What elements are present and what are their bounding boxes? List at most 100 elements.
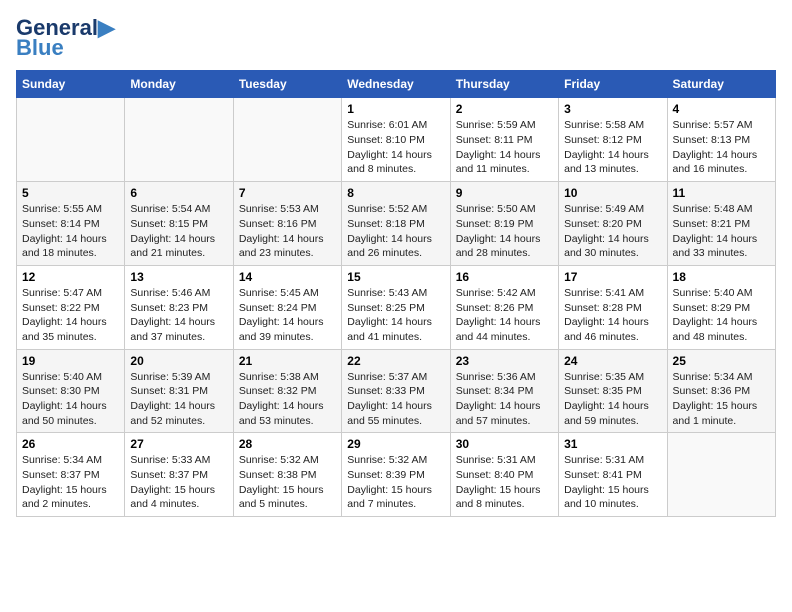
day-cell: 12Sunrise: 5:47 AM Sunset: 8:22 PM Dayli… <box>17 265 125 349</box>
day-cell <box>17 98 125 182</box>
day-number: 5 <box>22 186 119 200</box>
day-number: 1 <box>347 102 444 116</box>
day-cell: 2 Sunrise: 5:59 AM Sunset: 8:11 PM Daylig… <box>450 98 558 182</box>
day-number: 19 <box>22 354 119 368</box>
day-info: Sunrise: 5:55 AM Sunset: 8:14 PM Dayligh… <box>22 203 107 259</box>
col-header-saturday: Saturday <box>667 71 775 98</box>
day-cell: 30 Sunrise: 5:31 AM Sunset: 8:40 PM Dayli… <box>450 433 558 517</box>
day-cell: 6 Sunrise: 5:54 AM Sunset: 8:15 PM Daylig… <box>125 182 233 266</box>
day-cell: 24Sunrise: 5:35 AM Sunset: 8:35 PM Dayli… <box>559 349 667 433</box>
day-cell <box>233 98 341 182</box>
day-info: Sunrise: 6:01 AM Sunset: 8:10 PM Dayligh… <box>347 119 432 175</box>
day-info: Sunrise: 5:40 AM Sunset: 8:29 PM Dayligh… <box>673 287 758 343</box>
day-info: Sunrise: 5:50 AM Sunset: 8:19 PM Dayligh… <box>456 203 541 259</box>
day-cell: 26 Sunrise: 5:34 AM Sunset: 8:37 PM Dayli… <box>17 433 125 517</box>
day-number: 29 <box>347 437 444 451</box>
day-number: 13 <box>130 270 227 284</box>
day-info: Sunrise: 5:57 AM Sunset: 8:13 PM Dayligh… <box>673 119 758 175</box>
day-number: 8 <box>347 186 444 200</box>
day-cell: 31 Sunrise: 5:31 AM Sunset: 8:41 PM Dayli… <box>559 433 667 517</box>
day-info: Sunrise: 5:58 AM Sunset: 8:12 PM Dayligh… <box>564 119 649 175</box>
day-number: 15 <box>347 270 444 284</box>
day-info: Sunrise: 5:35 AM Sunset: 8:35 PM Dayligh… <box>564 371 649 427</box>
day-cell <box>125 98 233 182</box>
day-cell: 10 Sunrise: 5:49 AM Sunset: 8:20 PM Dayli… <box>559 182 667 266</box>
day-info: Sunrise: 5:38 AM Sunset: 8:32 PM Dayligh… <box>239 371 324 427</box>
day-info: Sunrise: 5:54 AM Sunset: 8:15 PM Dayligh… <box>130 203 215 259</box>
day-cell: 20 Sunrise: 5:39 AM Sunset: 8:31 PM Dayli… <box>125 349 233 433</box>
day-cell: 27 Sunrise: 5:33 AM Sunset: 8:37 PM Dayli… <box>125 433 233 517</box>
day-number: 3 <box>564 102 661 116</box>
day-number: 10 <box>564 186 661 200</box>
day-number: 6 <box>130 186 227 200</box>
day-cell: 22 Sunrise: 5:37 AM Sunset: 8:33 PM Dayli… <box>342 349 450 433</box>
day-number: 4 <box>673 102 770 116</box>
day-info: Sunrise: 5:39 AM Sunset: 8:31 PM Dayligh… <box>130 371 215 427</box>
day-info: Sunrise: 5:32 AM Sunset: 8:39 PM Dayligh… <box>347 454 432 510</box>
col-header-sunday: Sunday <box>17 71 125 98</box>
day-info: Sunrise: 5:43 AM Sunset: 8:25 PM Dayligh… <box>347 287 432 343</box>
day-info: Sunrise: 5:31 AM Sunset: 8:41 PM Dayligh… <box>564 454 649 510</box>
col-header-friday: Friday <box>559 71 667 98</box>
day-number: 25 <box>673 354 770 368</box>
col-header-monday: Monday <box>125 71 233 98</box>
day-number: 2 <box>456 102 553 116</box>
day-info: Sunrise: 5:59 AM Sunset: 8:11 PM Dayligh… <box>456 119 541 175</box>
day-cell: 1 Sunrise: 6:01 AM Sunset: 8:10 PM Daylig… <box>342 98 450 182</box>
week-row-5: 26 Sunrise: 5:34 AM Sunset: 8:37 PM Dayli… <box>17 433 776 517</box>
day-info: Sunrise: 5:49 AM Sunset: 8:20 PM Dayligh… <box>564 203 649 259</box>
day-cell: 23 Sunrise: 5:36 AM Sunset: 8:34 PM Dayli… <box>450 349 558 433</box>
col-header-tuesday: Tuesday <box>233 71 341 98</box>
day-cell: 11Sunrise: 5:48 AM Sunset: 8:21 PM Dayli… <box>667 182 775 266</box>
day-cell: 7 Sunrise: 5:53 AM Sunset: 8:16 PM Daylig… <box>233 182 341 266</box>
day-number: 7 <box>239 186 336 200</box>
day-cell: 17 Sunrise: 5:41 AM Sunset: 8:28 PM Dayli… <box>559 265 667 349</box>
day-number: 31 <box>564 437 661 451</box>
day-info: Sunrise: 5:47 AM Sunset: 8:22 PM Dayligh… <box>22 287 107 343</box>
day-number: 21 <box>239 354 336 368</box>
day-cell: 28Sunrise: 5:32 AM Sunset: 8:38 PM Dayli… <box>233 433 341 517</box>
day-cell: 21 Sunrise: 5:38 AM Sunset: 8:32 PM Dayli… <box>233 349 341 433</box>
day-info: Sunrise: 5:41 AM Sunset: 8:28 PM Dayligh… <box>564 287 649 343</box>
day-number: 9 <box>456 186 553 200</box>
day-cell: 3 Sunrise: 5:58 AM Sunset: 8:12 PM Daylig… <box>559 98 667 182</box>
week-row-4: 19Sunrise: 5:40 AM Sunset: 8:30 PM Dayli… <box>17 349 776 433</box>
day-cell: 14Sunrise: 5:45 AM Sunset: 8:24 PM Dayli… <box>233 265 341 349</box>
day-number: 18 <box>673 270 770 284</box>
day-info: Sunrise: 5:45 AM Sunset: 8:24 PM Dayligh… <box>239 287 324 343</box>
day-cell <box>667 433 775 517</box>
day-number: 27 <box>130 437 227 451</box>
day-info: Sunrise: 5:32 AM Sunset: 8:38 PM Dayligh… <box>239 454 324 510</box>
calendar-table: SundayMondayTuesdayWednesdayThursdayFrid… <box>16 70 776 517</box>
day-number: 11 <box>673 186 770 200</box>
day-cell: 4 Sunrise: 5:57 AM Sunset: 8:13 PM Daylig… <box>667 98 775 182</box>
day-cell: 29 Sunrise: 5:32 AM Sunset: 8:39 PM Dayli… <box>342 433 450 517</box>
week-row-2: 5 Sunrise: 5:55 AM Sunset: 8:14 PM Daylig… <box>17 182 776 266</box>
logo-subtext: Blue <box>16 36 64 60</box>
day-cell: 16Sunrise: 5:42 AM Sunset: 8:26 PM Dayli… <box>450 265 558 349</box>
day-info: Sunrise: 5:31 AM Sunset: 8:40 PM Dayligh… <box>456 454 541 510</box>
day-info: Sunrise: 5:42 AM Sunset: 8:26 PM Dayligh… <box>456 287 541 343</box>
day-number: 23 <box>456 354 553 368</box>
day-info: Sunrise: 5:52 AM Sunset: 8:18 PM Dayligh… <box>347 203 432 259</box>
day-info: Sunrise: 5:46 AM Sunset: 8:23 PM Dayligh… <box>130 287 215 343</box>
day-info: Sunrise: 5:34 AM Sunset: 8:36 PM Dayligh… <box>673 371 758 427</box>
day-cell: 25 Sunrise: 5:34 AM Sunset: 8:36 PM Dayli… <box>667 349 775 433</box>
day-info: Sunrise: 5:33 AM Sunset: 8:37 PM Dayligh… <box>130 454 215 510</box>
col-header-thursday: Thursday <box>450 71 558 98</box>
day-cell: 13 Sunrise: 5:46 AM Sunset: 8:23 PM Dayli… <box>125 265 233 349</box>
week-row-1: 1 Sunrise: 6:01 AM Sunset: 8:10 PM Daylig… <box>17 98 776 182</box>
day-info: Sunrise: 5:53 AM Sunset: 8:16 PM Dayligh… <box>239 203 324 259</box>
day-number: 17 <box>564 270 661 284</box>
day-number: 30 <box>456 437 553 451</box>
day-number: 22 <box>347 354 444 368</box>
day-number: 20 <box>130 354 227 368</box>
day-cell: 8 Sunrise: 5:52 AM Sunset: 8:18 PM Daylig… <box>342 182 450 266</box>
day-number: 26 <box>22 437 119 451</box>
day-cell: 5 Sunrise: 5:55 AM Sunset: 8:14 PM Daylig… <box>17 182 125 266</box>
logo: General▶ Blue <box>16 16 115 60</box>
day-info: Sunrise: 5:34 AM Sunset: 8:37 PM Dayligh… <box>22 454 107 510</box>
day-cell: 19Sunrise: 5:40 AM Sunset: 8:30 PM Dayli… <box>17 349 125 433</box>
day-info: Sunrise: 5:36 AM Sunset: 8:34 PM Dayligh… <box>456 371 541 427</box>
day-info: Sunrise: 5:37 AM Sunset: 8:33 PM Dayligh… <box>347 371 432 427</box>
